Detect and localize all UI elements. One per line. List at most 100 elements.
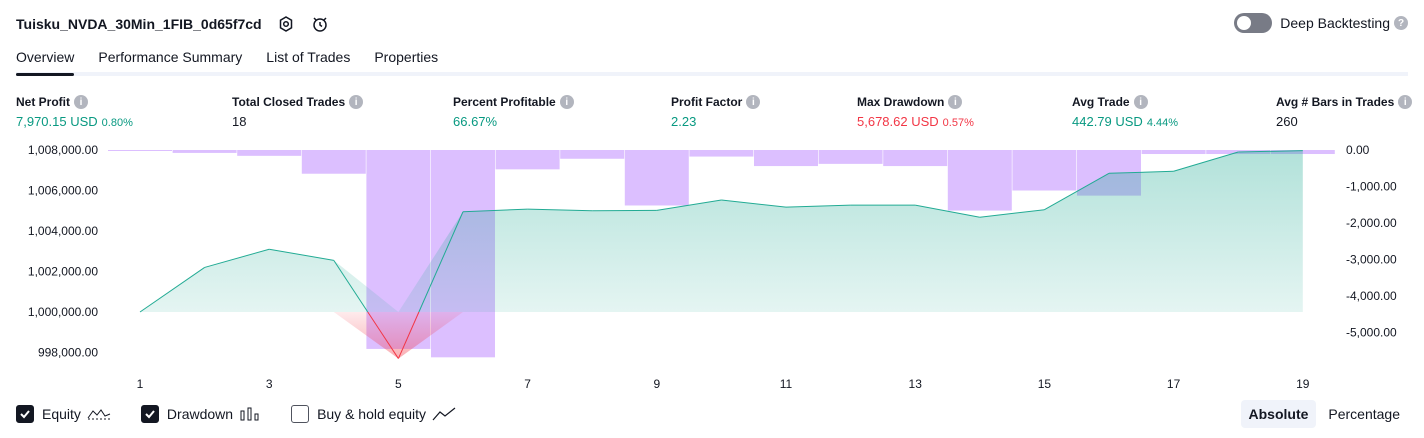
bar-chart-icon [239, 406, 261, 422]
left-axis-tick-label: 1,008,000.00 [28, 143, 98, 157]
drawdown-bar [237, 150, 302, 156]
deep-backtesting-toggle[interactable] [1234, 13, 1273, 33]
left-axis-tick-label: 1,006,000.00 [28, 184, 98, 198]
x-axis-tick-label: 1 [137, 377, 144, 391]
report-tabs: Overview Performance Summary List of Tra… [16, 46, 462, 76]
right-axis-tick-label: -4,000.00 [1346, 289, 1397, 303]
metric-percent: 0.57% [942, 117, 974, 129]
right-axis-tick-label: -2,000.00 [1346, 216, 1397, 230]
x-axis-tick-label: 15 [1038, 377, 1052, 391]
x-axis-tick-label: 9 [653, 377, 660, 391]
reload-icon[interactable] [310, 14, 330, 34]
drawdown-bar [172, 150, 237, 153]
legend-drawdown[interactable]: Drawdown [140, 405, 261, 423]
info-icon[interactable]: i [559, 95, 574, 109]
drawdown-bar [560, 150, 625, 159]
drawdown-checkbox[interactable] [140, 405, 159, 423]
deep-backtesting-label: Deep Backtesting [1280, 15, 1390, 31]
legend-buy-hold[interactable]: Buy & hold equity [291, 405, 456, 423]
drawdown-bar [108, 150, 172, 151]
left-axis-tick-label: 1,000,000.00 [28, 305, 98, 319]
legend-label: Buy & hold equity [317, 406, 427, 422]
right-axis-tick-label: -5,000.00 [1346, 326, 1397, 340]
right-axis-tick-label: -1,000.00 [1346, 180, 1397, 194]
buy-hold-checkbox[interactable] [291, 405, 310, 423]
strategy-header: Tuisku_NVDA_30Min_1FIB_0d65f7cd [16, 12, 330, 36]
metric-label: Avg Trade [1072, 95, 1130, 109]
x-axis-tick-label: 13 [909, 377, 923, 391]
metric-value: 18 [232, 114, 247, 129]
legend-label: Equity [42, 406, 81, 422]
info-icon[interactable]: i [349, 95, 364, 109]
metric-percent: 0.80% [101, 117, 133, 129]
equity-line-icon [87, 406, 111, 422]
metric-net-profit: Net Profit i 7,970.15 USD 0.80% [16, 94, 133, 130]
metric-total-closed-trades: Total Closed Trades i 18 [232, 94, 364, 130]
metric-value: 66.67% [453, 114, 498, 129]
metric-value: 442.79 USD [1072, 114, 1143, 129]
x-axis-tick-label: 17 [1167, 377, 1181, 391]
equity-area [140, 150, 1303, 312]
equity-drawdown-chart[interactable]: 1,008,000.00 1,006,000.00 1,004,000.00 1,00… [0, 138, 1424, 398]
drawdown-bar [689, 150, 754, 157]
chart-legend: Equity Drawdown Buy & hold equity [16, 402, 486, 426]
right-axis-tick-label: 0.00 [1346, 143, 1370, 157]
metric-percent-profitable: Percent Profitable i 66.67% [453, 94, 574, 130]
metric-label: Percent Profitable [453, 95, 556, 109]
metric-value: 7,970.15 USD [16, 114, 98, 129]
right-axis-tick-label: -3,000.00 [1346, 253, 1397, 267]
x-axis-tick-label: 11 [780, 377, 793, 391]
drawdown-bar [754, 150, 818, 167]
drawdown-bar [1012, 150, 1077, 191]
left-axis-tick-label: 1,002,000.00 [28, 265, 98, 279]
drawdown-bar [818, 150, 883, 164]
metric-label: Max Drawdown [857, 95, 945, 109]
drawdown-bar [883, 150, 948, 167]
absolute-button[interactable]: Absolute [1240, 400, 1317, 428]
strategy-name: Tuisku_NVDA_30Min_1FIB_0d65f7cd [16, 16, 262, 32]
metric-label: Avg # Bars in Trades [1276, 95, 1395, 109]
legend-label: Drawdown [166, 406, 234, 422]
metric-avg-trade: Avg Trade i 442.79 USD 4.44% [1072, 94, 1178, 130]
drawdown-bar [301, 150, 366, 174]
trend-line-icon [432, 406, 456, 422]
tab-overview[interactable]: Overview [16, 46, 75, 76]
deep-backtesting-control: Deep Backtesting ? [1234, 13, 1408, 33]
metric-profit-factor: Profit Factor i 2.23 [671, 94, 761, 130]
toggle-knob [1237, 16, 1252, 30]
info-icon[interactable]: i [746, 95, 761, 109]
x-axis-tick-label: 3 [266, 377, 273, 391]
metric-label: Net Profit [16, 95, 70, 109]
tab-performance-summary[interactable]: Performance Summary [98, 46, 242, 76]
metric-percent: 4.44% [1146, 117, 1179, 129]
info-icon[interactable]: i [1398, 95, 1413, 109]
info-icon[interactable]: ? [1394, 16, 1408, 30]
left-axis-tick-label: 1,004,000.00 [28, 224, 98, 238]
metric-avg-bars: Avg # Bars in Trades i 260 [1276, 94, 1413, 130]
view-mode-switch: Absolute Percentage [1237, 400, 1409, 428]
tab-list-of-trades[interactable]: List of Trades [266, 46, 350, 76]
left-axis-tick-label: 998,000.00 [38, 346, 98, 360]
drawdown-bar [624, 150, 689, 206]
equity-checkbox[interactable] [16, 405, 34, 423]
metric-label: Profit Factor [671, 95, 743, 109]
legend-equity[interactable]: Equity [16, 405, 111, 423]
info-icon[interactable]: i [74, 95, 88, 109]
info-icon[interactable]: i [1133, 95, 1148, 109]
metric-label: Total Closed Trades [232, 95, 346, 109]
drawdown-bar [1141, 150, 1206, 155]
metric-value: 2.23 [671, 114, 697, 129]
percentage-button[interactable]: Percentage [1320, 400, 1408, 428]
metric-value: 260 [1276, 114, 1298, 129]
metric-value: 5,678.62 USD [857, 114, 939, 129]
settings-icon[interactable] [276, 14, 296, 34]
x-axis-tick-label: 5 [395, 377, 402, 391]
info-icon[interactable]: i [948, 95, 963, 109]
x-axis-tick-label: 7 [524, 377, 531, 391]
drawdown-bar [947, 150, 1012, 211]
tab-properties[interactable]: Properties [374, 46, 438, 76]
metric-max-drawdown: Max Drawdown i 5,678.62 USD 0.57% [857, 94, 974, 130]
x-axis-tick-label: 19 [1296, 377, 1310, 391]
equity-loss-area [140, 312, 1303, 359]
drawdown-bar [495, 150, 560, 170]
